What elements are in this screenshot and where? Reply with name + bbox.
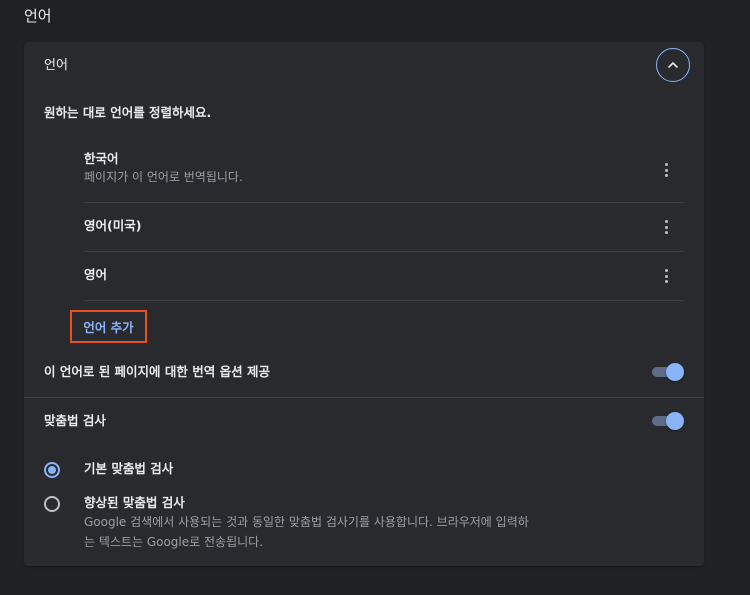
section-divider bbox=[24, 397, 704, 398]
enhanced-spellcheck-description-line1: Google 검색에서 사용되는 것과 동일한 맞춤법 검사기를 사용합니다. … bbox=[84, 515, 529, 529]
basic-spellcheck-label[interactable]: 기본 맞춤법 검사 bbox=[84, 460, 173, 478]
language-english-more-button[interactable] bbox=[654, 264, 678, 288]
settings-page: 언어 언어 원하는 대로 언어를 정렬하세요. 한국어 페이지가 이 언어로 번… bbox=[0, 0, 750, 595]
collapse-button[interactable] bbox=[656, 48, 690, 82]
enhanced-spellcheck-radio[interactable] bbox=[44, 496, 60, 512]
chevron-up-icon bbox=[668, 62, 678, 68]
language-english-us-more-button[interactable] bbox=[654, 215, 678, 239]
divider bbox=[84, 251, 684, 252]
add-language-button[interactable]: 언어 추가 bbox=[70, 310, 147, 343]
language-korean-more-button[interactable] bbox=[654, 158, 678, 182]
basic-spellcheck-radio[interactable] bbox=[44, 462, 60, 478]
enhanced-spellcheck-label[interactable]: 향상된 맞춤법 검사 bbox=[84, 494, 185, 512]
language-name: 영어(미국) bbox=[84, 218, 142, 233]
language-name: 영어 bbox=[84, 267, 108, 282]
toggle-knob bbox=[666, 412, 684, 430]
radio-dot bbox=[48, 466, 56, 474]
more-vert-icon bbox=[664, 163, 668, 166]
spellcheck-toggle[interactable] bbox=[650, 411, 684, 431]
translate-offer-toggle[interactable] bbox=[650, 362, 684, 382]
language-item-english: 영어 bbox=[84, 266, 684, 284]
languages-section-label: 언어 bbox=[44, 58, 68, 73]
language-subtitle: 페이지가 이 언어로 번역됩니다. bbox=[84, 170, 243, 184]
language-item-english-us: 영어(미국) bbox=[84, 217, 684, 235]
more-vert-icon bbox=[664, 269, 668, 272]
enhanced-spellcheck-description-line2: 는 텍스트는 Google로 전송됩니다. bbox=[84, 535, 264, 549]
language-name: 한국어 bbox=[84, 151, 119, 166]
toggle-knob bbox=[666, 363, 684, 381]
divider bbox=[84, 202, 684, 203]
language-item-korean: 한국어 페이지가 이 언어로 번역됩니다. bbox=[84, 150, 684, 186]
languages-card: 언어 원하는 대로 언어를 정렬하세요. 한국어 페이지가 이 언어로 번역됩니… bbox=[24, 42, 704, 566]
enhanced-spellcheck-description: Google 검색에서 사용되는 것과 동일한 맞춤법 검사기를 사용합니다. … bbox=[84, 512, 544, 552]
more-vert-icon bbox=[664, 220, 668, 223]
languages-description: 원하는 대로 언어를 정렬하세요. bbox=[44, 105, 212, 120]
divider bbox=[84, 300, 684, 301]
spellcheck-label: 맞춤법 검사 bbox=[44, 413, 106, 428]
translate-offer-label: 이 언어로 된 페이지에 대한 번역 옵션 제공 bbox=[44, 364, 270, 379]
page-title: 언어 bbox=[24, 7, 52, 25]
